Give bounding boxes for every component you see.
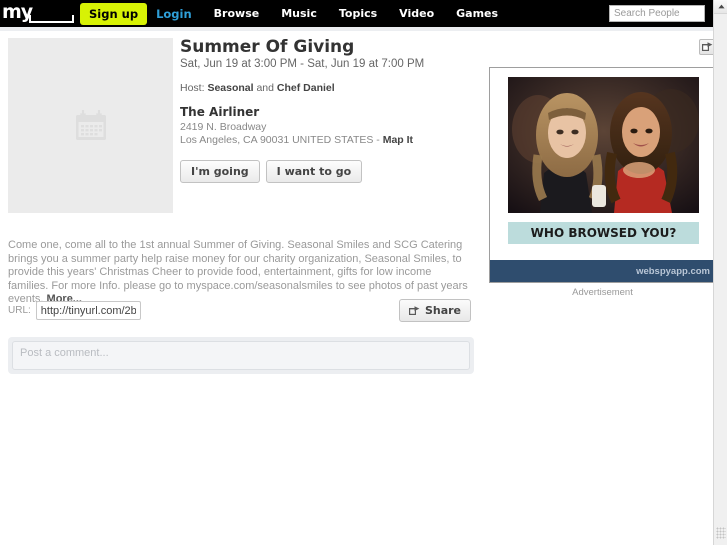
ad-cta-text[interactable]: WHO BROWSED YOU? bbox=[508, 222, 699, 244]
logo-text: my bbox=[2, 0, 33, 23]
venue-street: 2419 N. Broadway bbox=[180, 121, 267, 133]
map-it-link[interactable]: Map It bbox=[383, 134, 413, 146]
event-details: Summer Of Giving Sat, Jun 19 at 3:00 PM … bbox=[180, 37, 470, 183]
share-icon bbox=[702, 42, 713, 51]
ad-domain: webspyapp.com bbox=[636, 265, 710, 277]
calendar-icon bbox=[75, 109, 106, 140]
nav-item-browse[interactable]: Browse bbox=[214, 7, 260, 20]
chevron-up-icon bbox=[717, 4, 725, 9]
search-container bbox=[609, 5, 705, 22]
search-people-input[interactable] bbox=[609, 5, 705, 22]
nav-item-music[interactable]: Music bbox=[281, 7, 317, 20]
event-host-line: Host: Seasonal and Chef Daniel bbox=[180, 82, 470, 94]
event-url-input[interactable] bbox=[35, 301, 141, 320]
share-icon bbox=[408, 305, 420, 315]
ad-photo-image bbox=[508, 77, 699, 213]
host-name-secondary[interactable]: Chef Daniel bbox=[277, 82, 335, 94]
nav-item-games[interactable]: Games bbox=[456, 7, 498, 20]
scrollbar-track[interactable] bbox=[714, 14, 727, 523]
ad-footer: webspyapp.com bbox=[490, 260, 715, 282]
login-link[interactable]: Login bbox=[156, 7, 192, 21]
i-want-to-go-button[interactable]: I want to go bbox=[265, 160, 363, 183]
event-description: Come one, come all to the 1st annual Sum… bbox=[8, 239, 471, 307]
vertical-scrollbar[interactable] bbox=[713, 0, 727, 545]
share-button[interactable]: Share bbox=[398, 299, 471, 322]
page-content: Summer Of Giving Sat, Jun 19 at 3:00 PM … bbox=[0, 27, 716, 545]
url-label: URL: bbox=[8, 305, 31, 316]
advertisement-label: Advertisement bbox=[572, 287, 633, 298]
event-title: Summer Of Giving bbox=[180, 37, 355, 57]
im-going-button[interactable]: I'm going bbox=[180, 160, 260, 183]
ad-photo bbox=[508, 77, 699, 213]
venue-city-state-country: Los Angeles, CA 90031 UNITED STATES - bbox=[180, 134, 383, 146]
venue-name: The Airliner bbox=[180, 105, 260, 119]
nav-item-topics[interactable]: Topics bbox=[339, 7, 377, 20]
host-name-primary[interactable]: Seasonal bbox=[207, 82, 253, 94]
event-thumbnail-placeholder bbox=[8, 38, 173, 213]
scroll-up-button[interactable] bbox=[714, 0, 727, 14]
event-url-row: URL: Share bbox=[8, 299, 471, 322]
advertisement-banner[interactable]: WHO BROWSED YOU? webspyapp.com bbox=[489, 67, 716, 283]
resize-grip-icon[interactable] bbox=[716, 527, 726, 539]
host-conjunction: and bbox=[256, 82, 274, 94]
share-button-label: Share bbox=[424, 304, 461, 317]
nav-links: Browse Music Topics Video Games bbox=[214, 7, 520, 20]
sign-up-button[interactable]: Sign up bbox=[80, 2, 148, 25]
comment-composer bbox=[8, 337, 474, 374]
venue-city-line: Los Angeles, CA 90031 UNITED STATES - Ma… bbox=[180, 134, 470, 147]
myspace-logo[interactable]: my bbox=[2, 2, 74, 26]
comment-input[interactable] bbox=[12, 341, 470, 370]
event-date-range: Sat, Jun 19 at 3:00 PM - Sat, Jun 19 at … bbox=[180, 58, 425, 70]
nav-item-video[interactable]: Video bbox=[399, 7, 434, 20]
top-navigation-bar: my Sign up Login Browse Music Topics Vid… bbox=[0, 0, 713, 27]
rsvp-button-row: I'm going I want to go bbox=[180, 160, 470, 183]
host-label: Host: bbox=[180, 82, 205, 94]
top-divider-band bbox=[0, 27, 713, 31]
logo-underscore-icon bbox=[29, 14, 74, 23]
